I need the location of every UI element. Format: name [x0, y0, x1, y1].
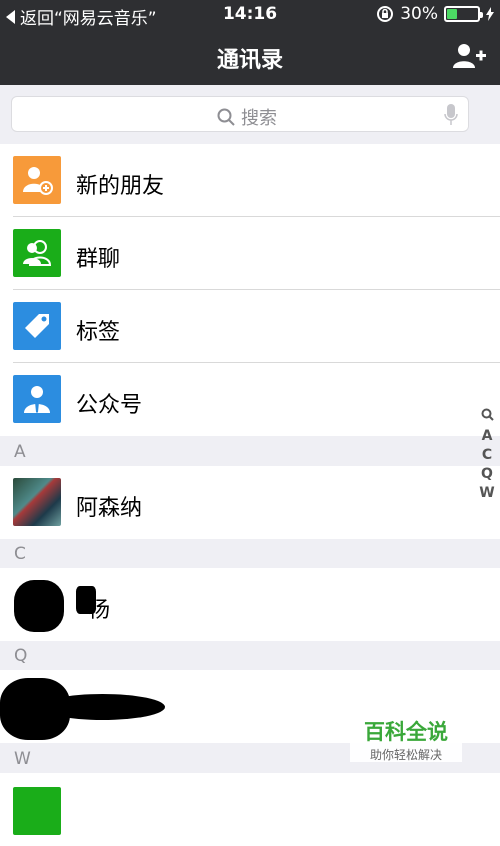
menu-label: 标签 [76, 320, 121, 345]
section-letter: W [14, 749, 31, 769]
microphone-icon[interactable] [444, 104, 458, 126]
avatar [13, 787, 61, 835]
battery-percent: 30% [400, 4, 438, 24]
charging-bolt-icon [486, 7, 494, 21]
contact-row[interactable]: 杨 [0, 568, 500, 641]
watermark-logo: 百科全说 助你轻松解决 [350, 714, 462, 762]
avatar [13, 478, 61, 526]
search-icon [217, 108, 235, 126]
search-input[interactable]: 搜索 [11, 96, 469, 132]
section-header-a: A [0, 438, 500, 466]
section-letter: A [14, 442, 26, 462]
contact-name: 阿森纳 [76, 496, 143, 521]
redaction-scribble [76, 586, 96, 614]
contact-row[interactable]: 阿森纳 [0, 466, 500, 539]
menu-label: 新的朋友 [76, 174, 165, 199]
status-bar: 返回“网易云音乐” 14:16 30% [0, 0, 500, 29]
group-chat-icon [13, 229, 61, 277]
menu-group-chats[interactable]: 群聊 [0, 217, 500, 290]
menu-tags[interactable]: 标签 [0, 290, 500, 363]
menu-label: 公众号 [76, 393, 143, 418]
add-friend-icon [13, 156, 61, 204]
add-contact-icon [453, 44, 486, 68]
add-contact-button[interactable] [452, 42, 486, 70]
index-letter[interactable]: W [478, 484, 496, 503]
index-search-icon[interactable] [478, 408, 496, 427]
menu-new-friends[interactable]: 新的朋友 [0, 144, 500, 217]
search-placeholder: 搜索 [241, 108, 277, 129]
menu-official-accounts[interactable]: 公众号 [0, 363, 500, 436]
section-header-q: Q [0, 642, 500, 670]
page-title: 通讯录 [216, 48, 283, 73]
alphabet-index[interactable]: A C Q W [478, 408, 496, 503]
battery-icon [444, 6, 483, 22]
official-account-icon [13, 375, 61, 423]
watermark-title: 百科全说 [364, 720, 448, 744]
search-area: 搜索 [0, 85, 500, 143]
section-letter: Q [14, 646, 28, 666]
section-header-c: C [0, 540, 500, 568]
tag-icon [13, 302, 61, 350]
nav-bar: 通讯录 [0, 28, 500, 85]
section-letter: C [14, 544, 26, 564]
index-letter[interactable]: Q [478, 465, 496, 484]
index-letter[interactable]: A [478, 427, 496, 446]
rotation-lock-icon [377, 6, 394, 22]
redaction-scribble [40, 694, 165, 720]
redaction-scribble [14, 580, 64, 632]
search-placeholder-wrap: 搜索 [217, 104, 277, 130]
index-letter[interactable]: C [478, 446, 496, 465]
menu-label: 群聊 [76, 247, 121, 272]
watermark-subtitle: 助你轻松解决 [369, 748, 442, 762]
contact-row[interactable] [0, 773, 500, 846]
status-right: 30% [376, 4, 494, 24]
